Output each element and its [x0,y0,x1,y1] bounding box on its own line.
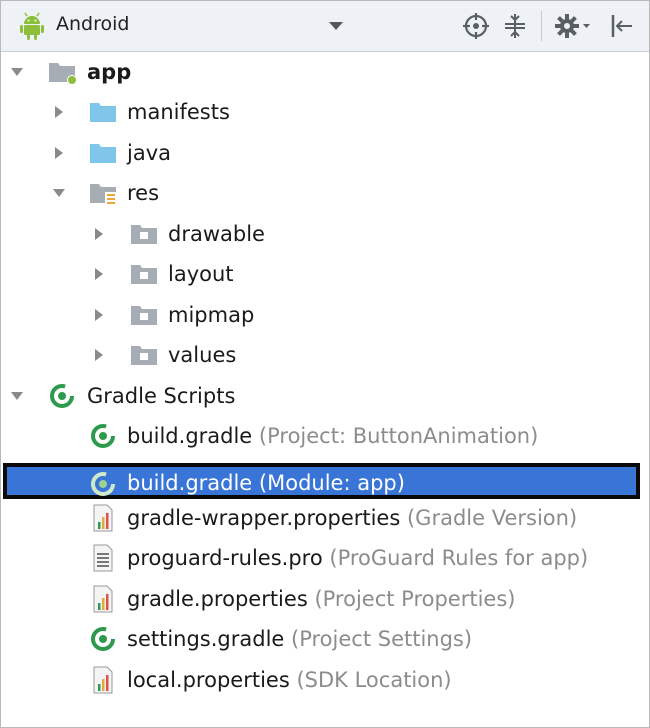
tree-item-app[interactable]: app [1,52,649,92]
tree-item-local-properties[interactable]: local.properties (SDK Location) [1,660,649,700]
folder-icon [90,103,116,122]
file-description: (Gradle Version) [400,506,578,530]
dropdown-caret-icon[interactable] [327,19,345,33]
tree-item-gradle-scripts[interactable]: Gradle Scripts [1,376,649,416]
file-name: local.properties [127,668,290,692]
expanded-arrow-icon[interactable] [51,185,67,201]
file-name: proguard-rules.pro [127,546,323,570]
expanded-arrow-icon[interactable] [9,64,25,80]
tree-item-gradle-properties[interactable]: gradle.properties (Project Properties) [1,579,649,619]
file-name: settings.gradle [127,627,285,651]
tree-item-label: mipmap [168,303,255,327]
tree-item-label: layout [168,262,234,286]
tree-item-label: java [127,141,171,165]
resources-folder-icon [90,184,116,205]
gray-folder-icon [131,265,157,284]
tree-item-java[interactable]: java [1,133,649,173]
tree-item-mipmap[interactable]: mipmap [1,295,649,335]
tree-item-res[interactable]: res [1,173,649,213]
file-name: build.gradle [127,471,253,495]
file-name: gradle-wrapper.properties [127,506,401,530]
gray-folder-icon [131,225,157,244]
collapsed-arrow-icon[interactable] [51,104,67,120]
file-description: (SDK Location) [289,668,452,692]
tree-item-values[interactable]: values [1,335,649,375]
expanded-arrow-icon[interactable] [9,388,25,404]
tree-item-label: app [87,60,132,84]
tree-item-drawable[interactable]: drawable [1,214,649,254]
properties-file-icon [93,504,113,532]
gradle-icon [91,424,115,448]
gray-folder-icon [131,306,157,325]
tree-item-label: Gradle Scripts [87,384,236,408]
module-folder-icon [49,63,77,85]
project-toolbar: Android [1,1,649,52]
file-description: (Project Properties) [307,587,516,611]
tree-item-manifests[interactable]: manifests [1,92,649,132]
file-name: gradle.properties [127,587,308,611]
tree-item-label: res [127,181,160,205]
hide-panel-icon[interactable] [605,11,635,41]
collapsed-arrow-icon[interactable] [51,145,67,161]
tree-item-label: values [168,343,237,367]
tree-item-layout[interactable]: layout [1,254,649,294]
collapsed-arrow-icon[interactable] [91,347,107,363]
properties-file-icon [93,666,113,694]
text-file-icon [93,544,113,572]
tree-item-build-gradle-project[interactable]: build.gradle (Project: ButtonAnimation) [1,416,649,456]
file-description: (Module: app) [252,471,405,495]
tree-item-build-gradle-module[interactable]: build.gradle (Module: app) [3,463,640,499]
locate-target-icon[interactable] [461,11,491,41]
folder-icon [90,144,116,163]
toolbar-separator [541,11,542,41]
view-selector-label[interactable]: Android [56,13,129,35]
gradle-icon [50,384,74,408]
project-panel: Android app manifests java res drawable … [0,0,650,728]
gradle-icon [91,627,115,651]
tree-item-gradle-wrapper-properties[interactable]: gradle-wrapper.properties (Gradle Versio… [1,498,649,538]
tree-item-settings-gradle[interactable]: settings.gradle (Project Settings) [1,619,649,659]
collapsed-arrow-icon[interactable] [91,266,107,282]
file-description: (ProGuard Rules for app) [322,546,589,570]
tree-item-label: drawable [168,222,265,246]
gear-icon[interactable] [553,11,593,41]
gray-folder-icon [131,346,157,365]
file-description: (Project Settings) [284,627,473,651]
file-description: (Project: ButtonAnimation) [252,424,539,448]
tree-item-proguard-rules[interactable]: proguard-rules.pro (ProGuard Rules for a… [1,538,649,578]
file-name: build.gradle [127,424,253,448]
gradle-icon [91,472,115,496]
properties-file-icon [93,585,113,613]
android-icon [20,12,44,40]
tree-item-label: manifests [127,100,230,124]
collapsed-arrow-icon[interactable] [91,226,107,242]
collapsed-arrow-icon[interactable] [91,307,107,323]
collapse-all-icon[interactable] [500,11,530,41]
